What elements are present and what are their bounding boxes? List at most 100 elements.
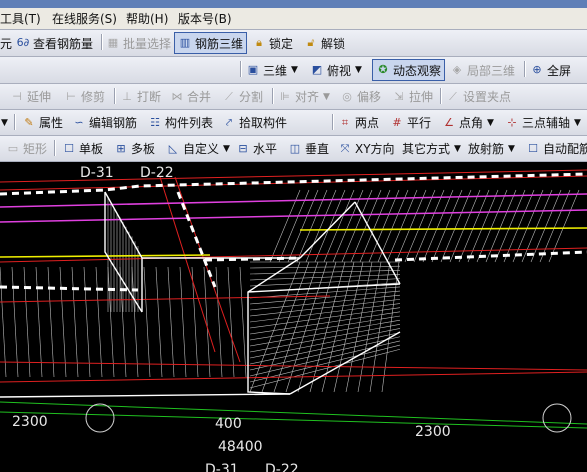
properties-button[interactable]: ✎ 属性 bbox=[22, 110, 63, 135]
fullscreen-label: 全屏 bbox=[547, 63, 572, 78]
beam-outline bbox=[0, 191, 401, 398]
align-icon: ⊫ bbox=[280, 89, 290, 103]
two-points-button[interactable]: ⌗ 两点 bbox=[338, 110, 379, 135]
component-list-button[interactable]: ☷ 构件列表 bbox=[148, 110, 213, 135]
split-button[interactable]: ⟋ 分割 bbox=[222, 84, 263, 109]
three-point-axis-icon: ⊹ bbox=[507, 115, 517, 129]
toolbar-separator bbox=[101, 34, 103, 50]
xy-direction-icon: ⤧ bbox=[340, 141, 350, 155]
component-list-label: 构件列表 bbox=[165, 116, 214, 130]
toolbar-draw: ▭ 矩形 ☐ 单板 ⊞ 多板 ◺ 自定义 ▼ ⊟ 水平 ◫ 垂直 ⤧ XY方向 … bbox=[0, 136, 587, 162]
view-rebar-button[interactable]: 6∂ 查看钢筋量 bbox=[16, 30, 93, 56]
point-angle-icon: ∠ bbox=[444, 115, 454, 129]
top-view-label: 俯视 bbox=[327, 63, 352, 78]
break-button[interactable]: ⊥ 打断 bbox=[120, 84, 161, 109]
multi-slab-button[interactable]: ⊞ 多板 bbox=[114, 136, 155, 161]
menu-version[interactable]: 版本号(B) bbox=[178, 8, 232, 29]
break-icon: ⊥ bbox=[122, 89, 132, 103]
break-label: 打断 bbox=[137, 90, 162, 104]
merge-label: 合并 bbox=[187, 90, 212, 104]
dimension-center-top: 400 bbox=[215, 416, 242, 432]
trim-button[interactable]: ⊢ 修剪 bbox=[64, 84, 105, 109]
dimension-right: 2300 bbox=[415, 424, 451, 440]
single-slab-button[interactable]: ☐ 单板 bbox=[62, 136, 103, 161]
toolbar-separator bbox=[524, 61, 526, 77]
collapse-dropdown[interactable]: ▼ bbox=[0, 110, 8, 135]
chevron-down-icon: ▼ bbox=[1, 117, 8, 128]
horizontal-icon: ⊟ bbox=[238, 141, 248, 155]
fullscreen-button[interactable]: ⊕ 全屏 bbox=[530, 57, 571, 83]
horizontal-button[interactable]: ⊟ 水平 bbox=[236, 136, 277, 161]
vertical-label: 垂直 bbox=[305, 142, 330, 156]
dashed-slab-boundary bbox=[0, 172, 587, 292]
axis-label-top-1: D-31 bbox=[80, 165, 114, 181]
merge-button[interactable]: ⋈ 合并 bbox=[170, 84, 212, 109]
unlock-button[interactable]: 🔓︎ 解锁 bbox=[304, 30, 345, 56]
toolbar-component: ▼ ✎ 属性 ∽ 编辑钢筋 ☷ 构件列表 ⤤ 拾取构件 ⌗ 两点 # 平行 ∠ … bbox=[0, 110, 587, 136]
stretch-button[interactable]: ⇲ 拉伸 bbox=[392, 84, 433, 109]
local-3d-label: 局部三维 bbox=[467, 63, 516, 78]
menu-help[interactable]: 帮助(H) bbox=[126, 8, 168, 29]
set-grip-button[interactable]: ⟋ 设置夹点 bbox=[446, 84, 511, 109]
dynamic-observe-label: 动态观察 bbox=[393, 63, 442, 78]
toolbar-modify: ⊣ 延伸 ⊢ 修剪 ⊥ 打断 ⋈ 合并 ⟋ 分割 ⊫ 对齐 ▼ ◎ 偏移 ⇲ 拉… bbox=[0, 84, 587, 110]
menu-bar: 工具(T) 在线服务(S) 帮助(H) 版本号(B) bbox=[0, 8, 587, 30]
toolbar-separator bbox=[332, 114, 334, 130]
parallel-label: 平行 bbox=[407, 116, 432, 130]
other-method-dropdown[interactable]: 其它方式 ▼ bbox=[402, 136, 461, 161]
menu-online-service[interactable]: 在线服务(S) bbox=[52, 8, 117, 29]
point-angle-label: 点角 bbox=[459, 116, 484, 130]
dimension-center-bottom: 48400 bbox=[218, 439, 263, 455]
axis-label-bottom-2: D-22 bbox=[265, 462, 299, 472]
batch-select-button[interactable]: ▦ 批量选择 bbox=[106, 30, 171, 56]
edit-rebar-button[interactable]: ∽ 编辑钢筋 bbox=[72, 110, 137, 135]
lock-button[interactable]: 🔒︎ 锁定 bbox=[252, 30, 293, 56]
menu-tools[interactable]: 工具(T) bbox=[0, 8, 41, 29]
properties-label: 属性 bbox=[39, 116, 64, 130]
xy-direction-label: XY方向 bbox=[355, 142, 395, 156]
auto-config-label: 自动配筋 bbox=[543, 142, 587, 156]
chevron-down-icon: ▼ bbox=[487, 117, 494, 128]
rebar-3d-viewport[interactable]: D-31 D-22 2300 400 48400 2300 D-31 D-22 bbox=[0, 162, 587, 472]
extend-icon: ⊣ bbox=[12, 89, 22, 103]
align-label: 对齐 bbox=[295, 90, 320, 104]
chevron-down-icon: ▼ bbox=[355, 65, 362, 75]
toolbar-yuan[interactable]: 元 bbox=[0, 30, 12, 56]
custom-dropdown[interactable]: ◺ 自定义 ▼ bbox=[166, 136, 230, 161]
edit-rebar-label: 编辑钢筋 bbox=[89, 116, 138, 130]
offset-button[interactable]: ◎ 偏移 bbox=[340, 84, 381, 109]
local-3d-button[interactable]: ◈ 局部三维 bbox=[450, 57, 515, 83]
horizontal-label: 水平 bbox=[253, 142, 278, 156]
toolbar-separator bbox=[114, 88, 116, 104]
axis-label-bottom-1: D-31 bbox=[205, 462, 239, 472]
align-dropdown[interactable]: ⊫ 对齐 ▼ bbox=[278, 84, 330, 109]
chevron-down-icon: ▼ bbox=[574, 117, 581, 128]
radial-rebar-label: 放射筋 bbox=[468, 142, 505, 156]
view-3d-dropdown[interactable]: ▣ 三维 ▼ bbox=[246, 57, 298, 83]
merge-icon: ⋈ bbox=[171, 89, 183, 103]
rebar-3d-button[interactable]: ▥ 钢筋三维 bbox=[174, 32, 248, 54]
dynamic-observe-button[interactable]: ✪ 动态观察 bbox=[372, 59, 446, 81]
red-reference-lines bbox=[0, 169, 587, 383]
two-points-label: 两点 bbox=[355, 116, 380, 130]
auto-config-button[interactable]: ☐ 自动配筋 bbox=[526, 136, 587, 161]
extend-button[interactable]: ⊣ 延伸 bbox=[10, 84, 51, 109]
orbit-icon: ✪ bbox=[378, 63, 388, 76]
point-angle-dropdown[interactable]: ∠ 点角 ▼ bbox=[442, 110, 494, 135]
pick-component-label: 拾取构件 bbox=[239, 116, 288, 130]
axis-label-top-2: D-22 bbox=[140, 165, 174, 181]
grip-icon: ⟋ bbox=[449, 89, 457, 103]
vertical-button[interactable]: ◫ 垂直 bbox=[288, 136, 329, 161]
parallel-button[interactable]: # 平行 bbox=[390, 110, 431, 135]
pick-component-button[interactable]: ⤤ 拾取构件 bbox=[222, 110, 287, 135]
top-view-dropdown[interactable]: ◩ 俯视 ▼ bbox=[310, 57, 362, 83]
three-point-axis-dropdown[interactable]: ⊹ 三点辅轴 ▼ bbox=[505, 110, 581, 135]
yuan-label: 元 bbox=[0, 36, 13, 51]
xy-direction-button[interactable]: ⤧ XY方向 bbox=[338, 136, 395, 161]
radial-rebar-dropdown[interactable]: 放射筋 ▼ bbox=[468, 136, 515, 161]
trim-label: 修剪 bbox=[81, 90, 106, 104]
extend-label: 延伸 bbox=[27, 90, 52, 104]
rectangle-button[interactable]: ▭ 矩形 bbox=[6, 136, 47, 161]
batch-select-label: 批量选择 bbox=[123, 36, 172, 51]
magenta-rebar-lines bbox=[0, 193, 587, 223]
